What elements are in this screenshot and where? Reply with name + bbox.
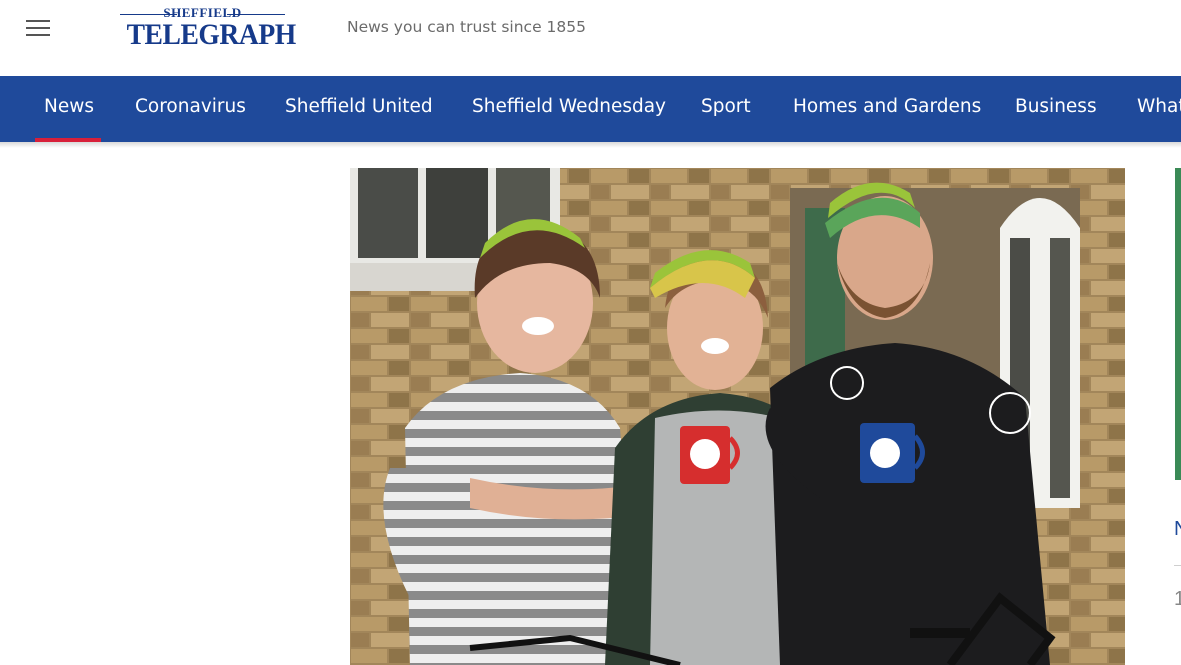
- sidebar-number-fragment: 1: [1174, 588, 1181, 610]
- nav-item-sheffield-wednesday[interactable]: Sheffield Wednesday: [472, 76, 666, 142]
- nav-item-homes-and-gardens[interactable]: Homes and Gardens: [793, 76, 981, 142]
- hamburger-menu-icon[interactable]: [26, 20, 50, 38]
- nav-shadow: [0, 142, 1181, 148]
- main-navigation: News Coronavirus Sheffield United Sheffi…: [0, 76, 1181, 142]
- nav-item-news[interactable]: News: [44, 76, 94, 142]
- site-tagline: News you can trust since 1855: [347, 18, 586, 36]
- nav-item-coronavirus[interactable]: Coronavirus: [135, 76, 246, 142]
- site-header: SHEFFIELD TELEGRAPH News you can trust s…: [0, 0, 1181, 76]
- nav-item-whats-on[interactable]: What: [1137, 76, 1181, 142]
- nav-item-sport[interactable]: Sport: [701, 76, 751, 142]
- hero-photo-illustration: [350, 168, 1125, 665]
- sidebar-divider: [1174, 565, 1181, 566]
- site-logo[interactable]: SHEFFIELD TELEGRAPH: [120, 5, 297, 53]
- hero-photo[interactable]: [350, 168, 1125, 665]
- nav-item-business[interactable]: Business: [1015, 76, 1097, 142]
- nav-item-sheffield-united[interactable]: Sheffield United: [285, 76, 433, 142]
- mug-yorkshire-legend: [860, 423, 925, 483]
- logo-main-text: TELEGRAPH: [126, 18, 297, 51]
- mug-daft-apeth: [680, 426, 740, 484]
- sidebar-heading-fragment: N: [1174, 518, 1181, 541]
- sidebar-ad-strip: [1175, 168, 1181, 480]
